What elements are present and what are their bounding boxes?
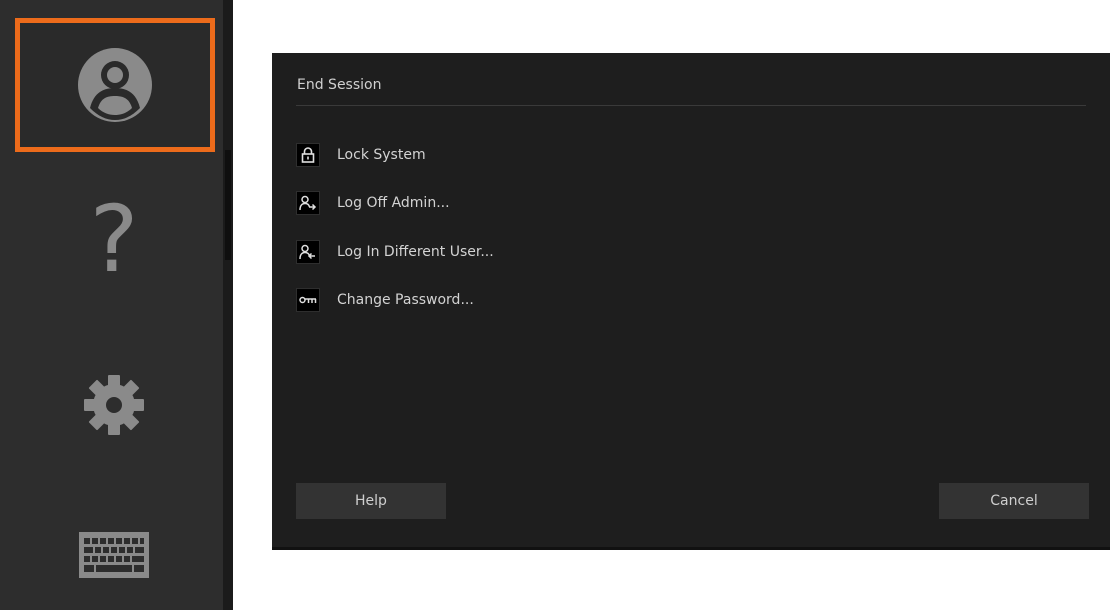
help-icon: ? — [89, 186, 139, 293]
user-login-icon — [296, 240, 320, 264]
toolbar-scrollbar[interactable] — [223, 0, 233, 610]
help-button[interactable]: Help — [296, 483, 446, 519]
user-icon — [78, 48, 152, 122]
scrollbar-thumb[interactable] — [225, 150, 231, 260]
keyboard-tool-button[interactable] — [15, 505, 213, 605]
dialog-title: End Session — [297, 77, 382, 93]
log-in-different-user-item[interactable]: Log In Different User... — [296, 237, 696, 267]
change-password-item[interactable]: Change Password... — [296, 285, 696, 315]
log-off-item[interactable]: Log Off Admin... — [296, 188, 696, 218]
side-toolbar: ? — [0, 0, 223, 610]
user-logoff-icon — [296, 191, 320, 215]
gear-icon — [84, 375, 144, 435]
lock-system-item[interactable]: Lock System — [296, 140, 696, 170]
log-in-different-user-label: Log In Different User... — [337, 244, 494, 260]
settings-tool-button[interactable] — [15, 340, 213, 470]
title-divider — [296, 105, 1086, 106]
user-session-button[interactable] — [15, 18, 215, 152]
key-icon — [296, 288, 320, 312]
lock-system-label: Lock System — [337, 147, 426, 163]
end-session-dialog: End Session Lock System Log Off Admin... — [272, 53, 1110, 550]
keyboard-icon — [79, 532, 149, 578]
change-password-label: Change Password... — [337, 292, 474, 308]
log-off-label: Log Off Admin... — [337, 195, 450, 211]
cancel-button[interactable]: Cancel — [939, 483, 1089, 519]
help-tool-button[interactable]: ? — [15, 175, 213, 305]
lock-icon — [296, 143, 320, 167]
